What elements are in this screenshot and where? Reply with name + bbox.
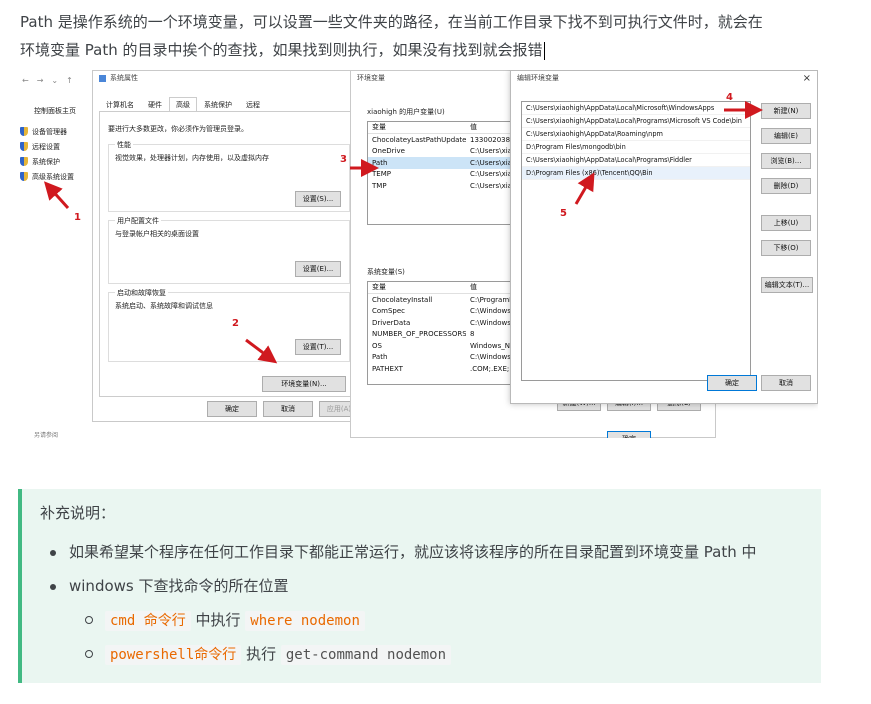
tip-item: windows 下查找命令的所在位置 (50, 569, 757, 603)
inline-code: cmd 命令行 (105, 611, 191, 631)
tip-title: 补充说明： (40, 504, 116, 522)
tip-callout: 补充说明： 如果希望某个程序在任何工作目录下都能正常运行，就应该将该程序的所在目… (18, 489, 821, 683)
tip-item-text: windows 下查找命令的所在位置 (69, 577, 289, 595)
tutorial-screenshot: ← → ⌄ ↑ 控制面板主页 设备管理器 远程设置 系统保护 高级系统设置 另请… (20, 70, 818, 438)
tip-list: 如果希望某个程序在任何工作目录下都能正常运行，就应该将该程序的所在目录配置到环境… (50, 535, 757, 671)
intro-line-1: Path 是操作系统的一个环境变量，可以设置一些文件夹的路径，在当前工作目录下找… (20, 13, 763, 31)
step-marker-2: 2 (232, 318, 239, 329)
step-marker-4: 4 (726, 92, 733, 103)
intro-paragraph: Path 是操作系统的一个环境变量，可以设置一些文件夹的路径，在当前工作目录下找… (20, 8, 820, 64)
inline-code: where nodemon (245, 611, 365, 631)
arrow-5 (574, 172, 595, 205)
intro-line-2-text: 环境变量 Path 的目录中挨个的查找，如果找到则执行，如果没有找到就会报错 (20, 41, 543, 59)
arrow-1 (43, 181, 70, 210)
tip-subitem-text: 中执行 (195, 611, 241, 629)
step-marker-3: 3 (340, 154, 347, 165)
text-cursor (543, 41, 545, 60)
step-marker-5: 5 (560, 208, 567, 219)
tip-subitem: powershell命令行 执行 get-command nodemon (50, 637, 757, 671)
tip-subitem: cmd 命令行 中执行 where nodemon (50, 603, 757, 637)
tip-item-text: 如果希望某个程序在任何工作目录下都能正常运行，就应该将该程序的所在目录配置到环境… (69, 543, 757, 561)
arrow-2 (245, 338, 278, 364)
tip-subitem-text: 执行 (246, 645, 277, 663)
tip-item: 如果希望某个程序在任何工作目录下都能正常运行，就应该将该程序的所在目录配置到环境… (50, 535, 757, 569)
intro-line-2: 环境变量 Path 的目录中挨个的查找，如果找到则执行，如果没有找到就会报错 (20, 36, 820, 64)
annotation-arrows (43, 101, 763, 364)
step-marker-1: 1 (74, 212, 81, 223)
inline-code: powershell命令行 (105, 645, 242, 665)
inline-code: get-command nodemon (280, 645, 452, 665)
